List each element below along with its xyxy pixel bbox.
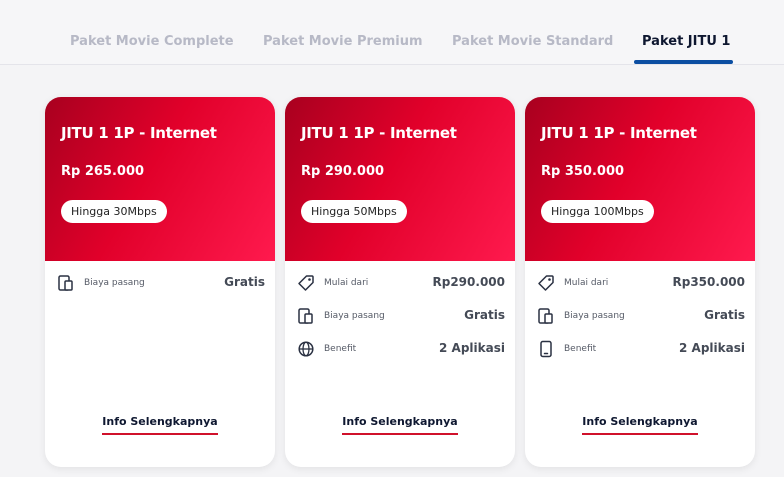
row-value: Gratis: [224, 275, 265, 289]
card-price: Rp 265.000: [61, 164, 145, 179]
row-value: Rp350.000: [672, 275, 746, 289]
card-header: JITU 1 1P - Internet Rp 350.000 Hingga 1…: [525, 97, 755, 261]
price-tag-icon: [538, 275, 554, 291]
row-label: Biaya pasang: [324, 311, 385, 321]
package-card: JITU 1 1P - Internet Rp 350.000 Hingga 1…: [525, 97, 755, 467]
devices-icon: [538, 308, 553, 324]
detail-row-biaya-pasang: Biaya pasang Gratis: [297, 306, 505, 326]
price-tag-icon: [298, 275, 314, 291]
row-value: Gratis: [704, 308, 745, 322]
tab-paket-jitu-1[interactable]: Paket JITU 1: [642, 34, 730, 49]
tab-paket-movie-standard[interactable]: Paket Movie Standard: [452, 34, 613, 49]
info-selengkapnya-link[interactable]: Info Selengkapnya: [342, 415, 458, 435]
row-label: Mulai dari: [324, 278, 369, 288]
row-label: Benefit: [564, 344, 597, 354]
detail-row-mulai-dari: Mulai dari Rp290.000: [297, 273, 505, 293]
row-label: Biaya pasang: [564, 311, 625, 321]
tab-paket-movie-premium[interactable]: Paket Movie Premium: [263, 34, 423, 49]
speed-badge: Hingga 30Mbps: [61, 200, 167, 223]
package-card: JITU 1 1P - Internet Rp 290.000 Hingga 5…: [285, 97, 515, 467]
row-value: Rp290.000: [432, 275, 506, 289]
card-title: JITU 1 1P - Internet: [301, 124, 457, 142]
detail-row-biaya-pasang: Biaya pasang Gratis: [537, 306, 745, 326]
row-value: 2 Aplikasi: [439, 341, 505, 355]
card-header: JITU 1 1P - Internet Rp 290.000 Hingga 5…: [285, 97, 515, 261]
active-tab-indicator: [634, 60, 733, 64]
detail-row-biaya-pasang: Biaya pasang Gratis: [57, 273, 265, 293]
package-tabs: Paket Movie Complete Paket Movie Premium…: [0, 0, 784, 65]
info-link-wrapper: Info Selengkapnya: [285, 410, 515, 435]
card-title: JITU 1 1P - Internet: [541, 124, 697, 142]
card-price: Rp 350.000: [541, 164, 625, 179]
row-label: Biaya pasang: [84, 278, 145, 288]
package-card: JITU 1 1P - Internet Rp 265.000 Hingga 3…: [45, 97, 275, 467]
card-price: Rp 290.000: [301, 164, 385, 179]
devices-icon: [58, 275, 73, 291]
speed-badge: Hingga 50Mbps: [301, 200, 407, 223]
info-selengkapnya-link[interactable]: Info Selengkapnya: [582, 415, 698, 435]
row-value: Gratis: [464, 308, 505, 322]
row-label: Mulai dari: [564, 278, 609, 288]
card-header: JITU 1 1P - Internet Rp 265.000 Hingga 3…: [45, 97, 275, 261]
detail-row-benefit: Benefit 2 Aplikasi: [297, 339, 505, 359]
card-title: JITU 1 1P - Internet: [61, 124, 217, 142]
globe-icon: [298, 341, 314, 357]
tab-paket-movie-complete[interactable]: Paket Movie Complete: [70, 34, 234, 49]
info-link-wrapper: Info Selengkapnya: [525, 410, 755, 435]
detail-row-mulai-dari: Mulai dari Rp350.000: [537, 273, 745, 293]
info-selengkapnya-link[interactable]: Info Selengkapnya: [102, 415, 218, 435]
smartphone-icon: [540, 340, 552, 358]
info-link-wrapper: Info Selengkapnya: [45, 410, 275, 435]
row-label: Benefit: [324, 344, 357, 354]
row-value: 2 Aplikasi: [679, 341, 745, 355]
devices-icon: [298, 308, 313, 324]
speed-badge: Hingga 100Mbps: [541, 200, 654, 223]
detail-row-benefit: Benefit 2 Aplikasi: [537, 339, 745, 359]
